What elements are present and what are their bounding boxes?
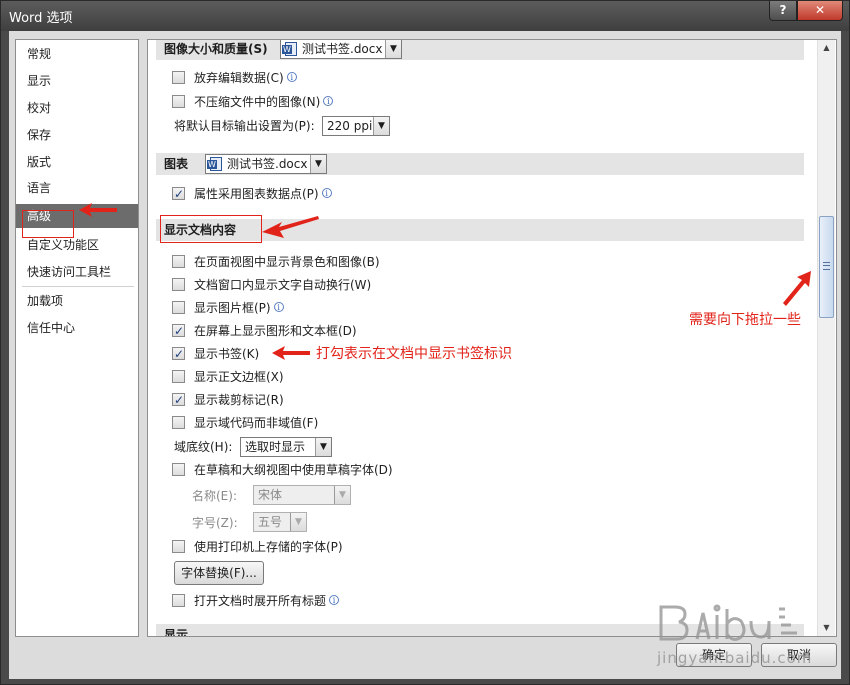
option-label: 使用打印机上存储的字体(P) xyxy=(194,540,343,554)
advanced-highlight-box xyxy=(22,210,74,238)
word-doc-icon xyxy=(207,156,222,171)
nav-item-layout[interactable]: 版式 xyxy=(16,150,138,174)
option-label: 显示裁剪标记(R) xyxy=(194,393,284,407)
chevron-down-icon: ▼ xyxy=(373,117,389,135)
info-icon: i xyxy=(329,595,340,605)
option-label: 不压缩文件中的图像(N) xyxy=(194,95,321,109)
section-highlight-box xyxy=(160,215,262,243)
watermark: jingyan.baidu.com xyxy=(649,599,829,671)
info-icon: i xyxy=(323,96,334,106)
checkbox[interactable] xyxy=(172,255,185,268)
dialog-body: 常规 显示 校对 保存 版式 语言 高级 自定义功能区 快速访问工具栏 加载项 … xyxy=(9,31,841,679)
font-substitution-button[interactable]: 字体替换(F)... xyxy=(174,561,264,585)
watermark-url: jingyan.baidu.com xyxy=(657,649,813,667)
option-label: 在页面视图中显示背景色和图像(B) xyxy=(194,255,380,269)
field-shading-value: 选取时显示 xyxy=(245,440,306,454)
checkbox[interactable] xyxy=(172,416,185,429)
chart-doc-select[interactable]: 测试书签.docx ▼ xyxy=(205,154,327,174)
section-annotation-arrow xyxy=(262,216,319,238)
checkbox[interactable] xyxy=(172,71,185,84)
default-output-value: 220 ppi xyxy=(327,119,373,133)
option-label: 文档窗口内显示文字自动换行(W) xyxy=(194,278,372,292)
title-bar: Word 选项 ? ✕ xyxy=(1,1,849,31)
nav-item-add-ins[interactable]: 加载项 xyxy=(16,289,138,313)
nav-item-general[interactable]: 常规 xyxy=(16,42,138,66)
close-button[interactable]: ✕ xyxy=(797,1,843,21)
scroll-up-icon[interactable]: ▲ xyxy=(818,40,835,56)
option-label: 显示域代码而非域值(F) xyxy=(194,416,319,430)
checkbox-checked[interactable] xyxy=(172,184,185,204)
option-label: 显示正文边框(X) xyxy=(194,370,284,384)
chevron-down-icon: ▼ xyxy=(315,438,331,456)
bookmark-annotation-text: 打勾表示在文档中显示书签标识 xyxy=(316,346,512,362)
image-section-title: 图像大小和质量(S) xyxy=(164,42,268,56)
nav-item-display[interactable]: 显示 xyxy=(16,69,138,93)
chevron-down-icon: ▼ xyxy=(334,486,350,504)
font-size-value: 五号 xyxy=(258,515,283,529)
field-shading-label: 域底纹(H): xyxy=(174,440,233,454)
nav-item-language[interactable]: 语言 xyxy=(16,176,138,200)
option-label: 放弃编辑数据(C) xyxy=(194,71,284,85)
scroll-annotation-arrow xyxy=(783,271,811,306)
checkbox[interactable] xyxy=(172,95,185,108)
options-nav: 常规 显示 校对 保存 版式 语言 高级 自定义功能区 快速访问工具栏 加载项 … xyxy=(15,39,139,637)
image-doc-value: 测试书签.docx xyxy=(302,42,383,56)
checkbox-checked[interactable] xyxy=(172,321,185,341)
nav-item-proofing[interactable]: 校对 xyxy=(16,96,138,120)
image-doc-select[interactable]: 测试书签.docx ▼ xyxy=(280,40,402,59)
chart-section-title: 图表 xyxy=(164,157,189,171)
field-shading-select[interactable]: 选取时显示 ▼ xyxy=(240,437,332,457)
default-output-label: 将默认目标输出设置为(P): xyxy=(174,119,315,133)
nav-item-quick-access-toolbar[interactable]: 快速访问工具栏 xyxy=(16,260,138,284)
checkbox[interactable] xyxy=(172,301,185,314)
nav-annotation-arrow xyxy=(79,203,117,217)
vertical-scrollbar[interactable]: ▲ ▼ xyxy=(817,40,835,636)
nav-item-trust-center[interactable]: 信任中心 xyxy=(16,316,138,340)
checkbox[interactable] xyxy=(172,463,185,476)
font-name-select[interactable]: 宋体 ▼ xyxy=(253,485,351,505)
chart-doc-value: 测试书签.docx xyxy=(227,157,308,171)
bookmark-annotation-arrow xyxy=(272,346,310,360)
font-name-value: 宋体 xyxy=(258,488,283,502)
section-header-image-quality: 图像大小和质量(S) xyxy=(156,40,804,60)
chevron-down-icon: ▼ xyxy=(385,40,401,58)
option-label: 显示图片框(P) xyxy=(194,301,271,315)
checkbox-checked[interactable] xyxy=(172,390,185,410)
option-label: 属性采用图表数据点(P) xyxy=(194,187,319,201)
scroll-annotation-text: 需要向下拖拉一些 xyxy=(689,312,801,328)
scrollbar-thumb[interactable] xyxy=(819,216,834,318)
checkbox[interactable] xyxy=(172,594,185,607)
info-icon: i xyxy=(286,72,297,82)
baidu-logo xyxy=(659,604,797,641)
font-size-select[interactable]: 五号 ▼ xyxy=(253,512,307,532)
help-button[interactable]: ? xyxy=(769,1,797,21)
chevron-down-icon: ▼ xyxy=(310,155,326,173)
option-label: 打开文档时展开所有标题 xyxy=(194,594,327,608)
font-size-label: 字号(Z): xyxy=(192,516,238,530)
word-options-window: Word 选项 ? ✕ 常规 显示 校对 保存 版式 语言 高级 自定义功能区 … xyxy=(0,0,850,685)
checkbox[interactable] xyxy=(172,278,185,291)
grip-icon xyxy=(823,262,830,270)
checkbox[interactable] xyxy=(172,370,185,383)
option-label: 在屏幕上显示图形和文本框(D) xyxy=(194,324,357,338)
default-output-select[interactable]: 220 ppi ▼ xyxy=(322,116,390,136)
window-title: Word 选项 xyxy=(9,11,73,26)
checkbox[interactable] xyxy=(172,540,185,553)
word-doc-icon xyxy=(282,41,297,56)
display-section-title: 显示 xyxy=(164,628,189,637)
font-name-label: 名称(E): xyxy=(192,489,237,503)
option-label: 在草稿和大纲视图中使用草稿字体(D) xyxy=(194,463,393,477)
checkbox-checked[interactable] xyxy=(172,344,185,364)
nav-separator xyxy=(22,286,134,287)
advanced-options-panel: 图像大小和质量(S) 测试书签.docx ▼ 放弃编辑数据(C)i 不压缩文件中… xyxy=(147,39,837,637)
chevron-down-icon: ▼ xyxy=(290,513,306,531)
option-label: 显示书签(K) xyxy=(194,347,260,361)
info-icon: i xyxy=(273,302,284,312)
nav-item-save[interactable]: 保存 xyxy=(16,123,138,147)
info-icon: i xyxy=(321,188,332,198)
